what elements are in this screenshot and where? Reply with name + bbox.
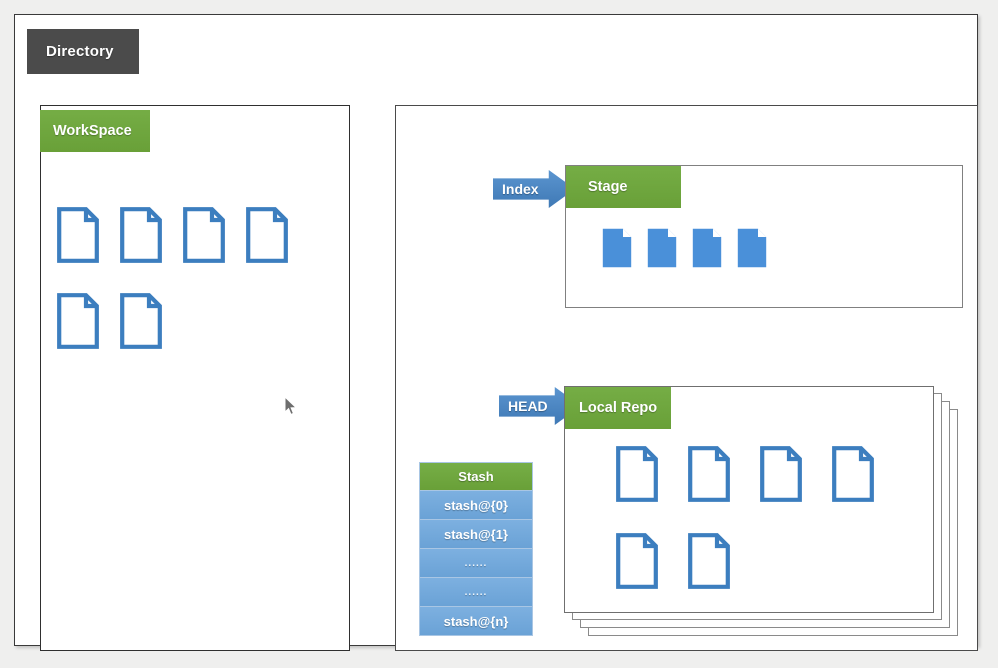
document-icon — [245, 206, 289, 264]
document-icon — [737, 228, 767, 268]
workspace-chip[interactable]: WorkSpace — [40, 110, 150, 152]
head-arrow-label: HEAD — [508, 398, 548, 414]
directory-tab-label: Directory — [46, 43, 114, 60]
directory-tab[interactable]: Directory — [27, 29, 139, 74]
stash-row-ellipsis[interactable]: ...... — [420, 577, 532, 606]
local-repo-chip-label: Local Repo — [579, 400, 658, 416]
stash-row[interactable]: stash@{1} — [420, 519, 532, 548]
document-icon — [692, 228, 722, 268]
workspace-chip-label: WorkSpace — [53, 123, 132, 139]
local-repo-chip[interactable]: Local Repo — [565, 387, 671, 429]
document-icon — [119, 206, 163, 264]
workspace-panel: WorkSpace — [40, 105, 350, 651]
stash-row-group: stash@{0} stash@{1}............ stash@{n} — [420, 490, 532, 635]
stash-row[interactable]: stash@{n} — [420, 606, 532, 635]
stage-chip[interactable]: Stage — [566, 166, 681, 208]
stash-row-ellipsis[interactable]: ...... — [420, 548, 532, 577]
mouse-pointer-icon — [284, 396, 298, 416]
document-icon — [759, 445, 803, 503]
stash-table: Stash stash@{0} stash@{1}............ stas… — [419, 462, 533, 636]
document-icon — [56, 292, 100, 350]
stash-row[interactable]: stash@{0} — [420, 490, 532, 519]
stage-box: Stage — [565, 165, 963, 308]
document-icon — [119, 292, 163, 350]
document-icon — [182, 206, 226, 264]
document-icon — [831, 445, 875, 503]
document-icon — [56, 206, 100, 264]
document-icon — [687, 532, 731, 590]
local-repo-front-card: Local Repo — [564, 386, 934, 613]
document-icon — [647, 228, 677, 268]
local-repo-stack: Local Repo — [564, 386, 964, 636]
document-icon — [687, 445, 731, 503]
index-arrow-label: Index — [502, 181, 539, 197]
directory-canvas: Directory .git WorkSpace Index Stage — [14, 14, 978, 651]
document-icon — [602, 228, 632, 268]
screenshot-root: Directory .git WorkSpace Index Stage — [0, 0, 998, 668]
stash-table-header: Stash — [420, 463, 532, 490]
document-icon — [615, 445, 659, 503]
document-icon — [615, 532, 659, 590]
stage-chip-label: Stage — [588, 179, 628, 195]
